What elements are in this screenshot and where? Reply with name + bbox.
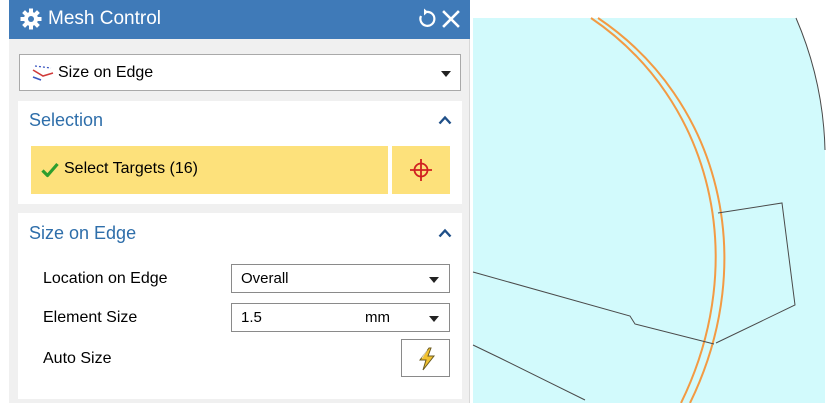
section-title-size-on-edge: Size on Edge	[29, 223, 137, 243]
dialog-title: Mesh Control	[48, 8, 161, 29]
location-on-edge-value: Overall	[241, 270, 289, 287]
edge-size-icon	[32, 65, 54, 81]
section-title-selection: Selection	[29, 110, 104, 130]
model-face	[473, 18, 825, 403]
chevron-up-icon[interactable]	[438, 228, 452, 238]
chevron-down-icon	[441, 71, 451, 77]
element-size-unit: mm	[365, 309, 390, 326]
reset-icon[interactable]	[415, 8, 437, 30]
model-view[interactable]	[470, 0, 839, 403]
element-size-value: 1.5	[241, 309, 262, 326]
crosshair-button[interactable]	[392, 146, 450, 194]
element-size-label: Element Size	[43, 309, 138, 326]
graphics-viewport[interactable]	[470, 0, 839, 403]
select-targets-button[interactable]: Select Targets (16)	[31, 146, 388, 194]
select-targets-label: Select Targets (16)	[64, 160, 198, 177]
control-type-value: Size on Edge	[58, 64, 154, 81]
chevron-up-icon[interactable]	[438, 115, 452, 125]
close-icon[interactable]	[441, 9, 461, 29]
location-on-edge-dropdown[interactable]: Overall	[231, 264, 450, 293]
dialog-titlebar: Mesh Control	[9, 0, 470, 39]
chevron-down-icon	[429, 277, 439, 283]
control-type-dropdown[interactable]: Size on Edge	[19, 54, 461, 91]
auto-size-button[interactable]	[401, 339, 450, 377]
gear-icon	[20, 8, 42, 30]
lightning-icon	[419, 347, 436, 371]
element-size-input[interactable]: 1.5 mm	[231, 303, 450, 332]
location-on-edge-label: Location on Edge	[43, 270, 168, 287]
check-icon	[41, 162, 59, 178]
mesh-control-dialog: Mesh Control Size on Edge Selection Sele…	[9, 0, 470, 403]
crosshair-icon	[410, 159, 432, 181]
selection-section: Selection Select Targets (16)	[18, 101, 462, 204]
auto-size-label: Auto Size	[43, 350, 112, 367]
size-on-edge-section: Size on Edge Location on Edge Overall El…	[18, 213, 462, 399]
chevron-down-icon[interactable]	[428, 315, 440, 323]
